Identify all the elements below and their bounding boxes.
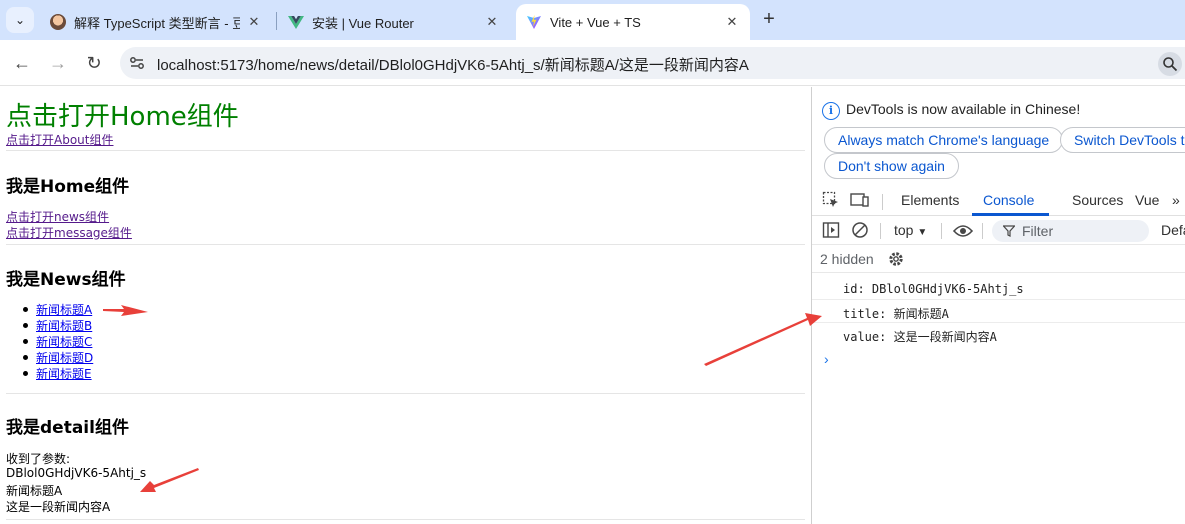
- list-item: 新闻标题B: [22, 317, 93, 333]
- close-icon[interactable]: ✕: [484, 14, 500, 30]
- context-label: top: [894, 222, 914, 238]
- arrow-left-icon: ←: [13, 53, 31, 73]
- page-content: 点击打开Home组件 点击打开About组件 我是Home组件 点击打开news…: [0, 87, 811, 524]
- console-prompt-icon[interactable]: ›: [824, 351, 829, 367]
- news-list: 新闻标题A 新闻标题B 新闻标题C 新闻标题D 新闻标题E: [22, 301, 93, 381]
- tab-console[interactable]: Console: [983, 192, 1034, 208]
- tab-divider: [276, 12, 277, 30]
- news-item-link[interactable]: 新闻标题D: [36, 351, 93, 365]
- hidden-messages-row: 2 hidden: [812, 245, 1185, 273]
- doubao-favicon-icon: [50, 14, 66, 30]
- tab-doubao[interactable]: 解释 TypeScript 类型断言 - 豆包 ✕: [40, 4, 272, 40]
- inspect-element-icon[interactable]: [821, 190, 841, 210]
- info-icon: i: [822, 102, 840, 120]
- divider: [6, 150, 805, 151]
- console-message: id: DBlol0GHdjVK6-5Ahtj_s: [812, 277, 1185, 300]
- browser-toolbar: ← → ↻ localhost:5173/home/news/detail/DB…: [0, 40, 1185, 86]
- news-item-link[interactable]: 新闻标题E: [36, 367, 92, 381]
- separator: [941, 223, 942, 239]
- console-toolbar: top ▼ Filter Default levels: [812, 216, 1185, 245]
- home-component-title: 我是Home组件: [6, 177, 130, 197]
- vite-logo-icon: [527, 15, 541, 29]
- reload-icon: ↻: [86, 53, 102, 73]
- url-text[interactable]: localhost:5173/home/news/detail/DBlol0GH…: [157, 54, 749, 75]
- vue-logo-icon: [288, 16, 304, 29]
- param-value: 这是一段新闻内容A: [6, 500, 111, 514]
- dropdown-arrow-icon: ▼: [917, 227, 928, 238]
- close-icon[interactable]: ✕: [724, 14, 740, 30]
- switch-to-chinese-button[interactable]: Switch DevTools to Chinese: [1060, 127, 1185, 153]
- tab-title: Vite + Vue + TS: [550, 14, 641, 30]
- tab-vue-router[interactable]: 安装 | Vue Router ✕: [278, 4, 510, 40]
- news-link[interactable]: 点击打开news组件: [6, 208, 109, 225]
- zoom-button[interactable]: [1158, 52, 1182, 76]
- context-selector[interactable]: top ▼: [894, 222, 927, 238]
- console-message: value: 这是一段新闻内容A: [812, 323, 1185, 346]
- tab-strip: ⌄ 解释 TypeScript 类型断言 - 豆包 ✕ 安装 | Vue Rou…: [0, 0, 1185, 40]
- sidebar-toggle-icon[interactable]: [821, 220, 841, 240]
- param-title: 新闻标题A: [6, 484, 63, 498]
- news-item-link[interactable]: 新闻标题B: [36, 319, 92, 333]
- divider: [6, 393, 805, 394]
- clear-console-icon[interactable]: [850, 220, 870, 240]
- devtools-tab-bar: Elements Console Sources Vue »: [812, 186, 1185, 216]
- tab-elements[interactable]: Elements: [901, 192, 959, 208]
- console-message: title: 新闻标题A: [812, 300, 1185, 323]
- news-item-link[interactable]: 新闻标题C: [36, 335, 92, 349]
- tab-title: 解释 TypeScript 类型断言 - 豆包: [74, 15, 240, 31]
- devtools-language-banner: DevTools is now available in Chinese!: [846, 101, 1081, 117]
- plus-icon: +: [763, 8, 775, 30]
- device-toolbar-icon[interactable]: [850, 190, 870, 210]
- reload-button[interactable]: ↻: [81, 50, 107, 76]
- news-item-link[interactable]: 新闻标题A: [36, 303, 92, 317]
- chevron-down-icon: ⌄: [14, 13, 26, 27]
- divider: [6, 519, 805, 520]
- filter-placeholder: Filter: [1022, 223, 1054, 239]
- separator: [882, 194, 883, 210]
- divider: [6, 244, 805, 245]
- list-item: 新闻标题C: [22, 333, 93, 349]
- console-text: title: 新闻标题A: [843, 307, 949, 321]
- tab-sources[interactable]: Sources: [1072, 192, 1123, 208]
- eye-icon[interactable]: [953, 221, 973, 241]
- back-button[interactable]: ←: [9, 50, 35, 76]
- message-link[interactable]: 点击打开message组件: [6, 224, 132, 241]
- detail-component-title: 我是detail组件: [6, 418, 129, 438]
- list-item: 新闻标题E: [22, 365, 93, 381]
- about-link[interactable]: 点击打开About组件: [6, 131, 113, 148]
- console-text: value: 这是一段新闻内容A: [843, 330, 997, 344]
- log-levels-dropdown[interactable]: Default levels: [1161, 222, 1185, 238]
- console-filter-input[interactable]: Filter: [992, 220, 1149, 242]
- separator: [982, 223, 983, 239]
- filter-icon: [1003, 225, 1015, 237]
- always-match-language-button[interactable]: Always match Chrome's language: [824, 127, 1064, 153]
- home-heading-link[interactable]: 点击打开Home组件: [6, 96, 239, 133]
- gear-icon[interactable]: [886, 249, 906, 269]
- params-label: 收到了参数:: [6, 452, 71, 466]
- devtools-panel: i DevTools is now available in Chinese! …: [811, 87, 1185, 524]
- list-item: 新闻标题A: [22, 301, 93, 317]
- site-info-icon[interactable]: [126, 52, 148, 74]
- new-tab-button[interactable]: +: [757, 8, 781, 32]
- tab-vite-vue-ts[interactable]: Vite + Vue + TS ✕: [516, 4, 750, 40]
- magnifier-icon: [1163, 57, 1178, 72]
- console-text: id: DBlol0GHdjVK6-5Ahtj_s: [843, 282, 1024, 296]
- forward-button[interactable]: →: [45, 50, 71, 76]
- news-component-title: 我是News组件: [6, 270, 126, 290]
- arrow-right-icon: →: [49, 53, 67, 73]
- address-bar[interactable]: localhost:5173/home/news/detail/DBlol0GH…: [120, 47, 1185, 79]
- param-id: DBlol0GHdjVK6-5Ahtj_s: [6, 466, 147, 480]
- more-tabs-icon[interactable]: »: [1172, 192, 1180, 208]
- list-item: 新闻标题D: [22, 349, 93, 365]
- separator: [880, 223, 881, 239]
- tab-vue[interactable]: Vue: [1135, 192, 1159, 208]
- close-icon[interactable]: ✕: [246, 14, 262, 30]
- tab-search-button[interactable]: ⌄: [6, 7, 34, 33]
- tab-title: 安装 | Vue Router: [312, 15, 414, 31]
- dont-show-again-button[interactable]: Don't show again: [824, 153, 959, 179]
- hidden-count: 2 hidden: [820, 251, 874, 267]
